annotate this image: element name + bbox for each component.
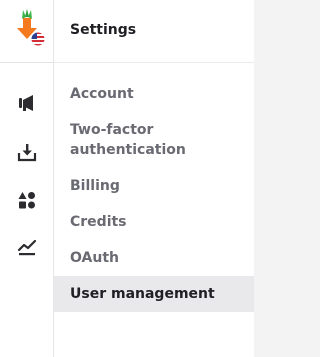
settings-item-billing[interactable]: Billing xyxy=(54,168,254,204)
rail-item-downloads[interactable] xyxy=(11,136,43,168)
megaphone-icon xyxy=(19,95,33,111)
settings-item-two-factor-authentication[interactable]: Two-factor authentication xyxy=(54,112,254,168)
settings-item-credits[interactable]: Credits xyxy=(54,204,254,240)
settings-panel: Settings Account Two-factor authenticati… xyxy=(54,0,254,357)
panel-divider xyxy=(54,62,254,63)
inbox-download-icon xyxy=(17,144,37,162)
settings-title: Settings xyxy=(70,22,137,38)
rail-divider xyxy=(0,62,54,63)
settings-item-account[interactable]: Account xyxy=(54,76,254,112)
icon-rail xyxy=(0,0,54,357)
settings-menu: Account Two-factor authentication Billin… xyxy=(54,76,254,312)
settings-item-oauth[interactable]: OAuth xyxy=(54,240,254,276)
app-logo[interactable] xyxy=(5,6,49,50)
rail-item-analytics[interactable] xyxy=(11,231,43,263)
us-flag-icon xyxy=(30,32,46,46)
rail-item-apps[interactable] xyxy=(11,184,43,216)
settings-item-user-management[interactable]: User management xyxy=(54,276,254,312)
rail-item-campaigns[interactable] xyxy=(11,87,43,119)
shapes-icon xyxy=(18,192,35,209)
trend-chart-icon xyxy=(17,239,37,256)
